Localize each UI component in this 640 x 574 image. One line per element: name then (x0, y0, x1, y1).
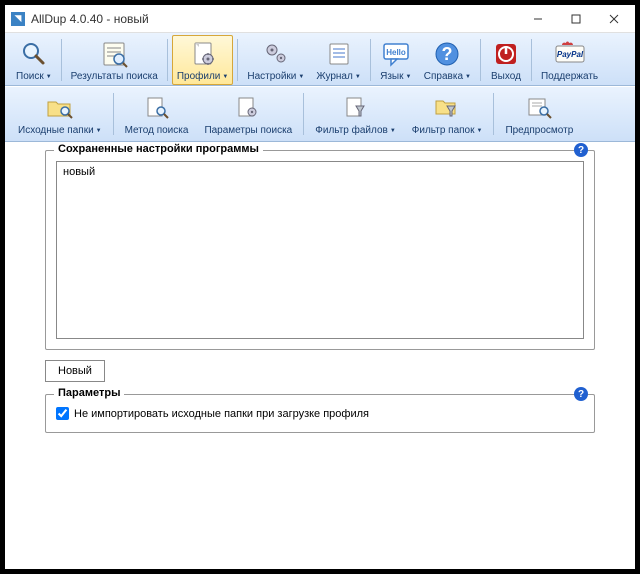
settings-label: Настройки (247, 71, 296, 82)
svg-text:Hello: Hello (386, 48, 406, 57)
main-toolbar: Поиск▼ Результаты поиска Профили▼ Настро… (5, 33, 635, 86)
profiles-label: Профили (177, 71, 221, 82)
search-method-button[interactable]: Метод поиска (118, 89, 196, 139)
search-label: Поиск (16, 71, 44, 82)
no-import-folders-row[interactable]: Не импортировать исходные папки при загр… (56, 405, 584, 422)
file-magnifier-icon (141, 92, 173, 124)
help-label: Справка (424, 71, 463, 82)
folder-funnel-icon (431, 92, 463, 124)
log-list-icon (323, 38, 355, 70)
search-params-label: Параметры поиска (204, 125, 292, 136)
exit-label: Выход (491, 71, 521, 82)
separator (113, 93, 114, 135)
source-folders-button[interactable]: Исходные папки▼ (11, 89, 109, 139)
profile-gear-icon (187, 38, 219, 70)
separator (370, 39, 371, 81)
settings-button[interactable]: Настройки▼ (242, 35, 309, 85)
dropdown-arrow-icon: ▼ (476, 128, 482, 134)
profiles-button[interactable]: Профили▼ (172, 35, 234, 85)
question-mark-icon: ? (431, 38, 463, 70)
dropdown-arrow-icon: ▼ (355, 74, 361, 80)
saved-profiles-legend: Сохраненные настройки программы (54, 143, 263, 155)
log-label: Журнал (316, 71, 353, 82)
profile-list[interactable]: новый (56, 161, 584, 339)
language-label: Язык (380, 71, 403, 82)
separator (493, 93, 494, 135)
parameters-legend: Параметры (54, 387, 124, 399)
search-method-label: Метод поиска (125, 125, 189, 136)
preview-magnifier-icon (523, 92, 555, 124)
results-button[interactable]: Результаты поиска (66, 35, 163, 85)
exit-button[interactable]: Выход (485, 35, 527, 85)
svg-text:?: ? (442, 44, 453, 64)
sub-toolbar: Исходные папки▼ Метод поиска Параметры п… (5, 86, 635, 142)
results-list-icon (98, 38, 130, 70)
profile-item[interactable]: новый (61, 165, 579, 179)
folder-magnifier-icon (44, 92, 76, 124)
log-button[interactable]: Журнал▼ (311, 35, 365, 85)
app-icon: ◥ (11, 12, 25, 26)
folder-filter-label: Фильтр папок (412, 125, 475, 136)
speech-bubble-icon: Hello (380, 38, 412, 70)
parameters-fieldset: Параметры ? Не импортировать исходные па… (45, 394, 595, 433)
separator (237, 39, 238, 81)
new-profile-button[interactable]: Новый (45, 360, 105, 382)
maximize-button[interactable] (557, 6, 595, 32)
no-import-folders-label: Не импортировать исходные папки при загр… (74, 408, 369, 420)
file-filter-label: Фильтр файлов (315, 125, 388, 136)
close-button[interactable] (595, 6, 633, 32)
separator (531, 39, 532, 81)
preview-button[interactable]: Предпросмотр (498, 89, 580, 139)
dropdown-arrow-icon: ▼ (406, 74, 412, 80)
saved-profiles-fieldset: Сохраненные настройки программы ? новый (45, 150, 595, 350)
support-button[interactable]: PayPal Поддержать (536, 35, 603, 85)
source-folders-label: Исходные папки (18, 125, 94, 136)
help-icon[interactable]: ? (574, 387, 588, 401)
separator (480, 39, 481, 81)
search-button[interactable]: Поиск▼ (11, 35, 57, 85)
separator (61, 39, 62, 81)
gears-icon (260, 38, 292, 70)
magnifier-icon (18, 38, 50, 70)
dropdown-arrow-icon: ▼ (465, 74, 471, 80)
titlebar: ◥ AllDup 4.0.40 - новый (5, 5, 635, 33)
file-gear-icon (232, 92, 264, 124)
dropdown-arrow-icon: ▼ (46, 74, 52, 80)
folder-filter-button[interactable]: Фильтр папок▼ (405, 89, 490, 139)
separator (303, 93, 304, 135)
window-controls (519, 6, 633, 32)
content-area: Сохраненные настройки программы ? новый … (5, 142, 635, 451)
dropdown-arrow-icon: ▼ (390, 128, 396, 134)
paypal-icon: PayPal (554, 38, 586, 70)
minimize-button[interactable] (519, 6, 557, 32)
power-icon (490, 38, 522, 70)
help-button[interactable]: ? Справка▼ (419, 35, 476, 85)
results-label: Результаты поиска (71, 71, 158, 82)
file-filter-button[interactable]: Фильтр файлов▼ (308, 89, 403, 139)
help-icon[interactable]: ? (574, 143, 588, 157)
separator (167, 39, 168, 81)
language-button[interactable]: Hello Язык▼ (375, 35, 417, 85)
support-label: Поддержать (541, 71, 598, 82)
preview-label: Предпросмотр (505, 125, 573, 136)
window-title: AllDup 4.0.40 - новый (31, 12, 149, 26)
file-funnel-icon (340, 92, 372, 124)
search-params-button[interactable]: Параметры поиска (197, 89, 299, 139)
no-import-folders-checkbox[interactable] (56, 407, 69, 420)
dropdown-arrow-icon: ▼ (96, 128, 102, 134)
dropdown-arrow-icon: ▼ (222, 74, 228, 80)
dropdown-arrow-icon: ▼ (298, 74, 304, 80)
svg-text:PayPal: PayPal (556, 50, 583, 59)
